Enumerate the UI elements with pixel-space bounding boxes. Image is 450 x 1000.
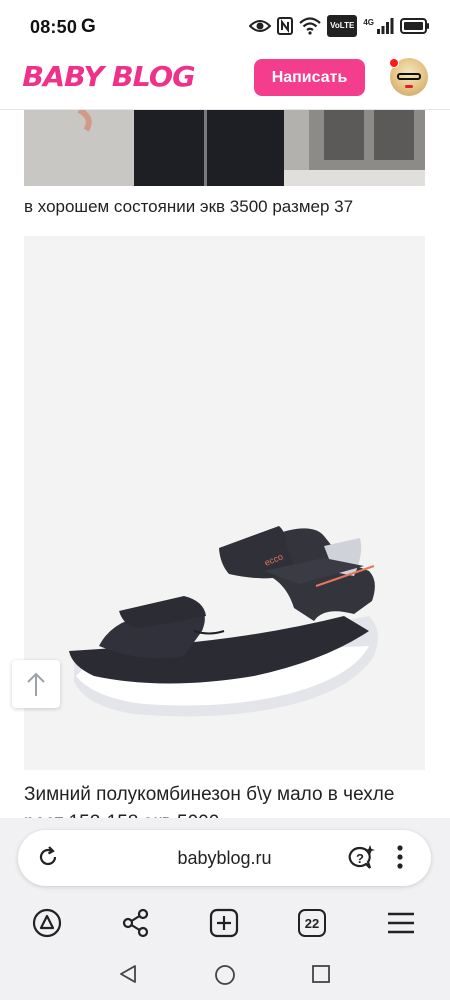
write-button[interactable]: Написать: [254, 59, 365, 96]
status-icons: VoLTE 4G: [249, 15, 430, 37]
hamburger-icon[interactable]: [386, 908, 416, 943]
vertical-dots-icon[interactable]: [396, 843, 404, 876]
browser-toolbar: 22: [0, 898, 450, 948]
signal-icon: [376, 15, 394, 37]
post-caption: в хорошем состоянии экв 3500 размер 37: [24, 197, 354, 216]
scroll-top-button[interactable]: [12, 660, 60, 708]
battery-icon: [400, 15, 430, 37]
recents-icon[interactable]: [311, 964, 331, 989]
sandal-photo[interactable]: ecco: [24, 236, 425, 770]
previous-post-photo[interactable]: [24, 110, 425, 186]
status-time: 08:50: [30, 17, 78, 37]
wifi-icon: [299, 15, 321, 37]
browser-url-area: babyblog.ru ?: [0, 818, 450, 898]
status-bar: 08:50 G VoLTE 4G: [0, 0, 450, 52]
eye-icon: [249, 15, 272, 37]
plus-square-icon[interactable]: [209, 908, 239, 943]
svg-text:?: ?: [356, 851, 364, 866]
share-icon[interactable]: [121, 908, 151, 943]
avatar-glasses: [397, 73, 421, 80]
notification-dot: [389, 58, 399, 68]
site-header: BABY BLOG Написать: [0, 52, 450, 110]
volte-badge: VoLTE: [327, 15, 358, 37]
home-icon[interactable]: [214, 964, 236, 991]
network-type: 4G: [363, 17, 374, 27]
google-icon: G: [81, 16, 96, 37]
babyblog-logo[interactable]: BABY BLOG: [22, 60, 195, 93]
system-nav-bar: [0, 948, 450, 1000]
address-bar[interactable]: babyblog.ru ?: [18, 830, 431, 886]
nfc-icon: [277, 15, 294, 37]
arrow-up-icon: [27, 672, 45, 696]
alice-icon[interactable]: [32, 908, 62, 943]
chat-sparkle-icon[interactable]: ?: [346, 844, 376, 877]
avatar-lips: [405, 85, 413, 88]
back-icon[interactable]: [118, 964, 138, 989]
tabs-counter[interactable]: 22: [298, 909, 326, 937]
